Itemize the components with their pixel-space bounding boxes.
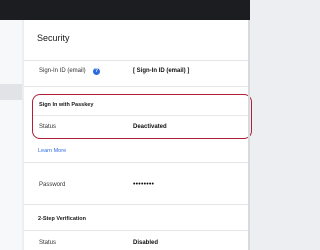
divider [24,162,250,163]
divider [24,60,250,61]
security-panel: Security Sign-In ID (email) ? [ Sign-In … [24,20,252,250]
divider [24,86,250,87]
passkey-heading: Sign In with Passkey [39,102,94,108]
password-label: Password [39,182,66,188]
page-title: Security [37,33,70,43]
signin-id-label: Sign-In ID (email) [39,68,86,74]
passkey-status-label: Status [39,124,57,130]
divider [33,115,251,116]
sidebar-selected-item[interactable] [0,84,22,100]
two-step-status-value: Disabled [133,240,159,246]
divider [24,230,250,231]
passkey-status-value: Deactivated [133,124,167,130]
two-step-status-row: Status Disabled [24,240,250,250]
scrollbar-track[interactable] [248,20,250,250]
two-step-status-label: Status [39,240,57,246]
top-bar [0,0,250,20]
learn-more-link[interactable]: Learn More [38,148,66,154]
password-value: •••••••• [133,181,155,188]
left-sidebar [0,20,22,250]
signin-id-value: [ Sign-In ID (email) ] [133,68,190,74]
divider [24,204,250,205]
signin-id-row: Sign-In ID (email) ? [ Sign-In ID (email… [24,68,250,78]
password-row: Password •••••••• [24,181,250,192]
two-step-heading: 2-Step Verification [38,216,86,222]
info-icon[interactable]: ? [93,68,100,75]
passkey-section: Sign In with Passkey Status Deactivated [32,94,252,139]
